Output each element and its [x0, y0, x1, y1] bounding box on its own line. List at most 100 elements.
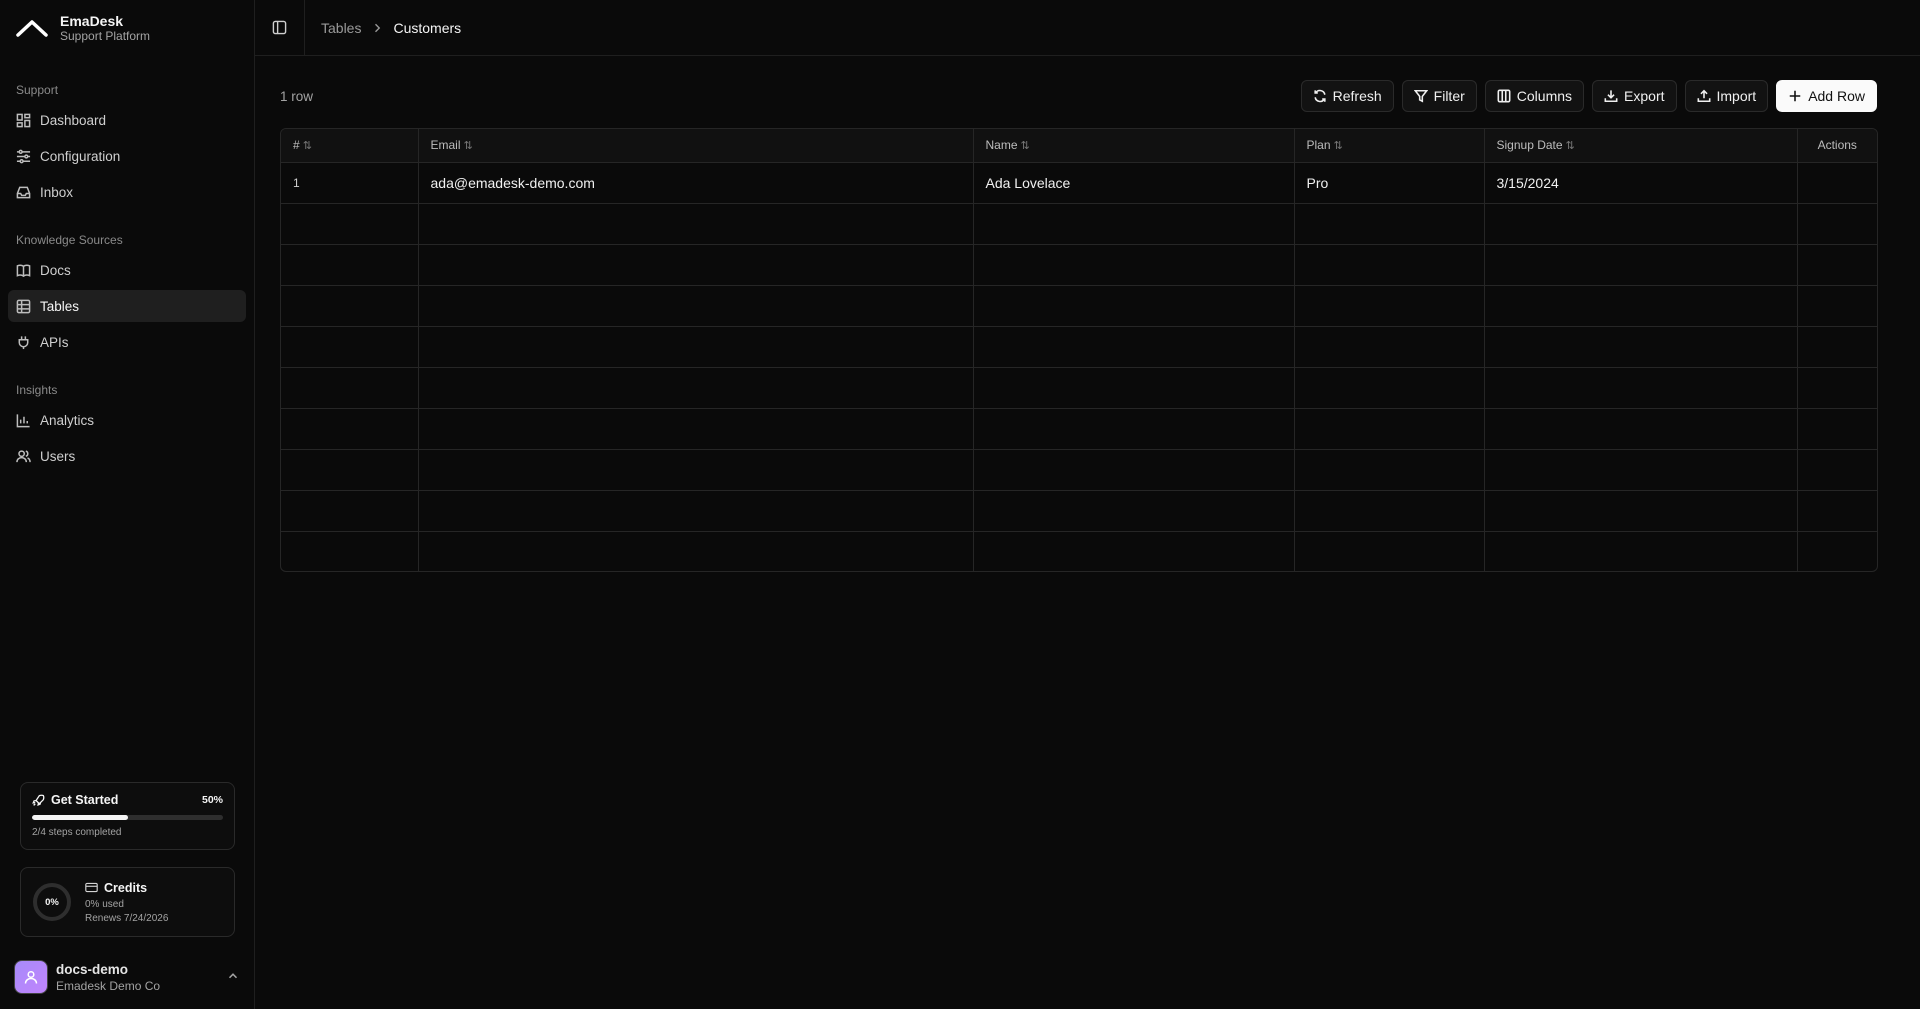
empty-cell — [1484, 244, 1798, 286]
sidebar-item-label: Configuration — [40, 148, 121, 164]
import-button[interactable]: Import — [1684, 80, 1769, 112]
cell-signup-date[interactable]: 3/15/2024 — [1484, 162, 1798, 204]
empty-cell — [1484, 326, 1798, 368]
empty-table-row — [281, 449, 1877, 491]
sidebar-item-apis[interactable]: APIs — [8, 326, 246, 358]
get-started-card[interactable]: Get Started 50% 2/4 steps completed — [20, 782, 235, 850]
column-header-label: Email — [430, 138, 461, 153]
empty-cell — [973, 203, 1295, 245]
get-started-steps: 2/4 steps completed — [32, 827, 122, 838]
empty-cell — [1294, 449, 1485, 491]
section-label-knowledge: Knowledge Sources — [16, 233, 123, 247]
columns-button[interactable]: Columns — [1484, 80, 1585, 112]
column-header-actions: Actions — [1797, 129, 1877, 163]
sort-icon[interactable]: ⇅ — [464, 140, 473, 152]
empty-cell — [281, 203, 419, 245]
user-org: Emadesk Demo Co — [56, 978, 161, 993]
sidebar-item-label: Users — [40, 448, 76, 464]
table-icon — [16, 299, 31, 313]
sidebar-toggle-icon — [272, 20, 287, 35]
chevron-up-icon[interactable] — [226, 969, 240, 983]
column-header-signup-date[interactable]: Signup Date ⇅ — [1484, 129, 1798, 163]
sort-icon[interactable]: ⇅ — [1021, 140, 1030, 152]
bar-chart-icon — [16, 413, 30, 427]
sort-icon[interactable]: ⇅ — [1334, 140, 1343, 152]
sidebar-toggle-button[interactable] — [255, 0, 305, 56]
chevron-right-icon — [375, 23, 381, 32]
cell-number[interactable]: 1 — [281, 162, 419, 204]
cell-plan[interactable]: Pro — [1294, 162, 1485, 204]
sidebar-item-docs[interactable]: Docs — [8, 254, 246, 286]
cell-actions[interactable] — [1797, 162, 1877, 204]
progress-fill — [32, 815, 128, 820]
add-row-button[interactable]: Add Row — [1776, 80, 1877, 112]
book-icon — [16, 263, 31, 277]
brand-subtitle: Support Platform — [60, 28, 151, 43]
empty-cell — [973, 531, 1295, 571]
rocket-icon — [32, 794, 45, 806]
credits-title: Credits — [104, 880, 148, 895]
export-button[interactable]: Export — [1592, 80, 1677, 112]
empty-cell — [281, 285, 419, 327]
main-content: Tables Customers 1 row Refresh Filter Co… — [255, 0, 1920, 1009]
credits-used: 0% used — [85, 898, 124, 910]
sidebar-item-dashboard[interactable]: Dashboard — [8, 104, 246, 136]
cell-email[interactable]: ada@emadesk-demo.com — [418, 162, 974, 204]
empty-cell — [973, 408, 1295, 450]
empty-cell — [1797, 367, 1877, 409]
empty-cell — [281, 531, 419, 571]
empty-cell — [418, 408, 974, 450]
user-menu[interactable]: docs-demo Emadesk Demo Co — [14, 957, 244, 997]
empty-cell — [1797, 244, 1877, 286]
credits-card[interactable]: 0% Credits 0% used Renews 7/24/2026 — [20, 867, 235, 937]
sidebar: EmaDesk Support Platform Support Dashboa… — [0, 0, 255, 1009]
empty-cell — [1484, 285, 1798, 327]
empty-cell — [1294, 203, 1485, 245]
empty-table-row — [281, 203, 1877, 245]
credits-renews: Renews 7/24/2026 — [85, 912, 169, 924]
table-row[interactable]: 1 ada@emadesk-demo.com Ada Lovelace Pro … — [281, 162, 1877, 204]
column-header-name[interactable]: Name ⇅ — [973, 129, 1295, 163]
empty-cell — [1484, 490, 1798, 532]
sidebar-item-label: Dashboard — [40, 112, 107, 128]
empty-cell — [973, 285, 1295, 327]
empty-cell — [281, 244, 419, 286]
sort-icon[interactable]: ⇅ — [1566, 140, 1575, 152]
column-header-label: Actions — [1817, 138, 1857, 153]
users-icon — [16, 449, 31, 462]
filter-button[interactable]: Filter — [1401, 80, 1477, 112]
column-header-email[interactable]: Email ⇅ — [418, 129, 974, 163]
empty-cell — [1484, 531, 1798, 571]
sidebar-item-configuration[interactable]: Configuration — [8, 140, 246, 172]
empty-cell — [1797, 531, 1877, 571]
breadcrumb-tables-link[interactable]: Tables — [321, 20, 361, 36]
column-header-label: Signup Date — [1496, 138, 1563, 153]
cell-name[interactable]: Ada Lovelace — [973, 162, 1295, 204]
credits-ring: 0% — [33, 883, 71, 921]
empty-cell — [1797, 326, 1877, 368]
empty-cell — [1294, 326, 1485, 368]
refresh-icon — [1314, 89, 1326, 103]
column-header-plan[interactable]: Plan ⇅ — [1294, 129, 1485, 163]
empty-cell — [281, 408, 419, 450]
brand[interactable]: EmaDesk Support Platform — [0, 0, 254, 56]
sidebar-item-label: Tables — [40, 298, 80, 314]
sidebar-item-tables[interactable]: Tables — [8, 290, 246, 322]
column-header-number[interactable]: # ⇅ — [281, 129, 419, 163]
empty-cell — [1294, 408, 1485, 450]
sliders-icon — [16, 149, 31, 163]
add-row-label: Add Row — [1808, 88, 1865, 104]
column-header-label: Plan — [1306, 138, 1331, 153]
empty-cell — [973, 326, 1295, 368]
sidebar-item-inbox[interactable]: Inbox — [8, 176, 246, 208]
empty-cell — [1294, 531, 1485, 571]
empty-cell — [1797, 203, 1877, 245]
empty-table-row — [281, 490, 1877, 532]
sidebar-item-analytics[interactable]: Analytics — [8, 404, 246, 436]
sidebar-item-users[interactable]: Users — [8, 440, 246, 472]
refresh-button[interactable]: Refresh — [1300, 80, 1394, 112]
empty-cell — [418, 449, 974, 491]
empty-cell — [418, 285, 974, 327]
export-label: Export — [1624, 88, 1665, 104]
sort-icon[interactable]: ⇅ — [303, 140, 312, 152]
